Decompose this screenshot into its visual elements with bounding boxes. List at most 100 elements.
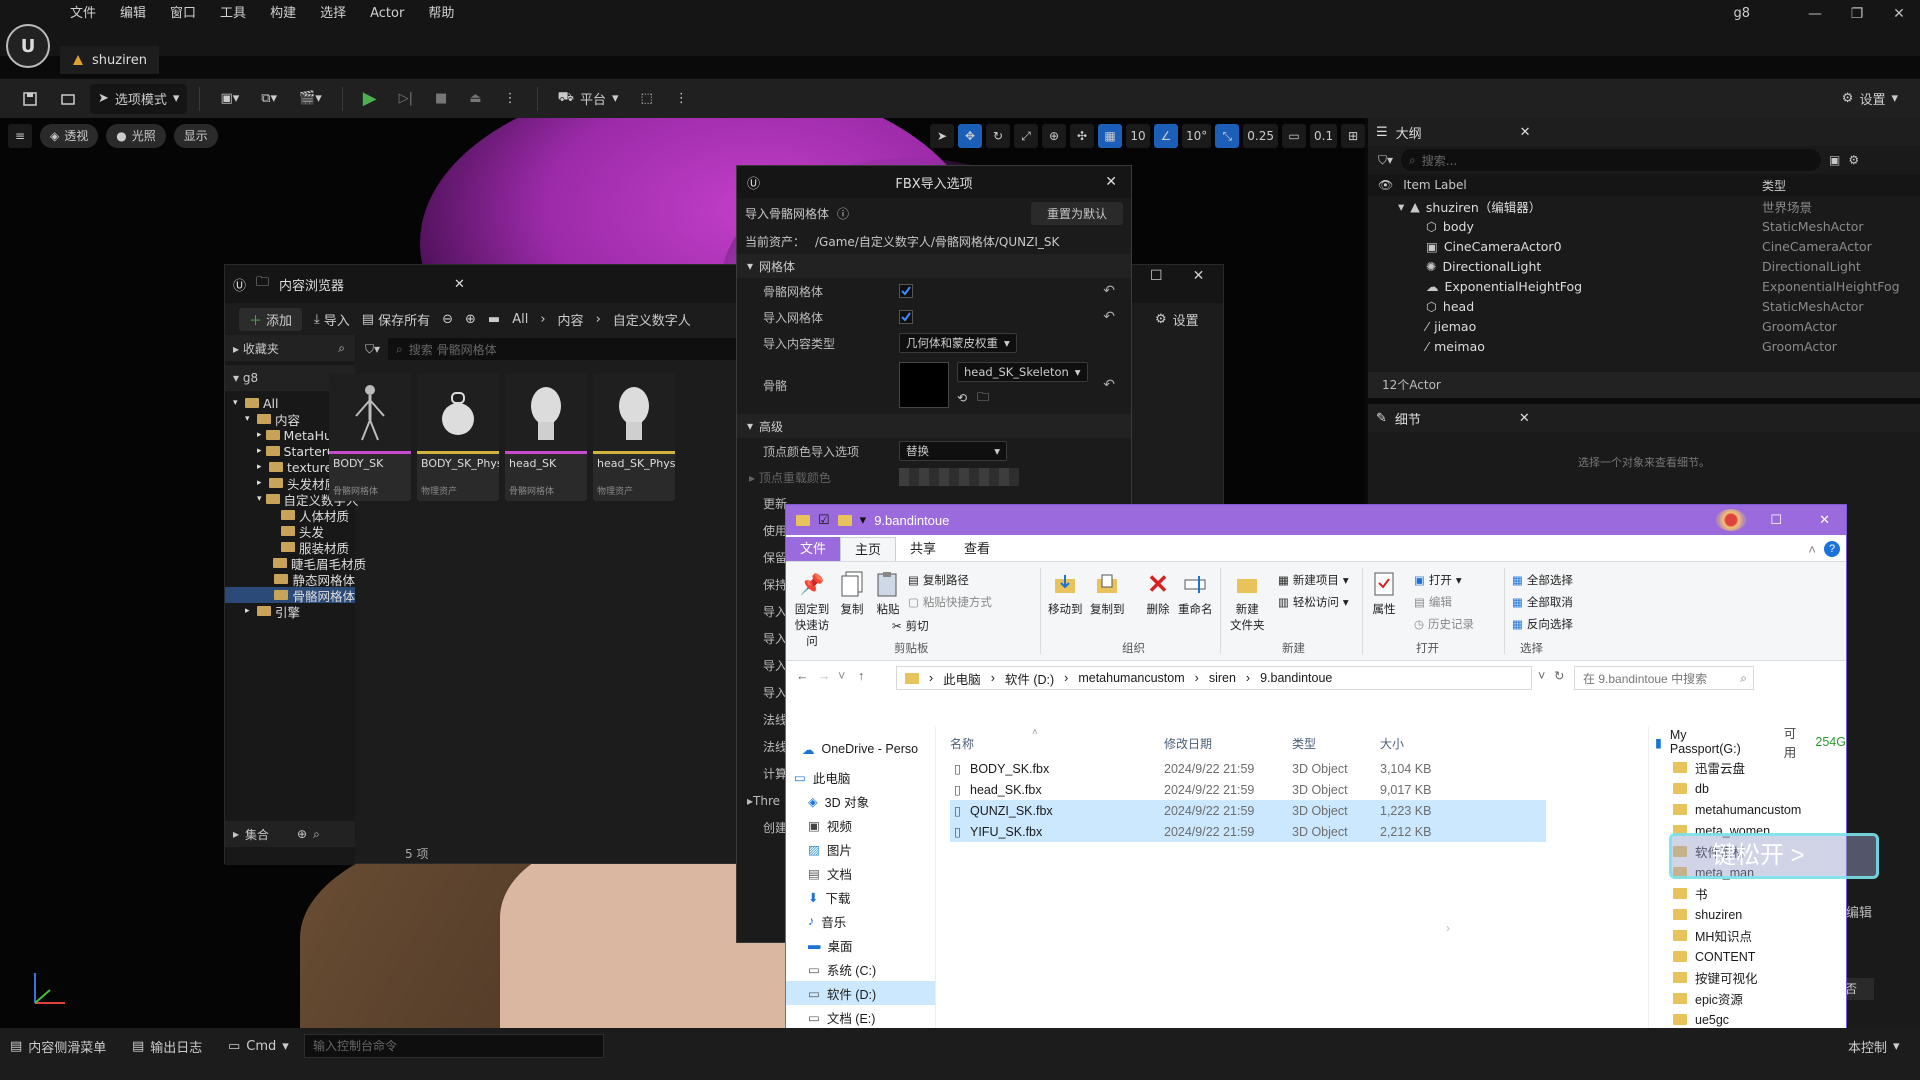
skeleton-thumbnail[interactable] <box>899 362 949 408</box>
outliner-search[interactable]: ⌕ 搜索... <box>1401 149 1822 171</box>
menu-tools[interactable]: 工具 <box>208 0 258 28</box>
history-button[interactable]: ◷ 历史记录 <box>1414 616 1474 632</box>
gear-icon[interactable]: ⚙ <box>1848 153 1859 167</box>
move-to-button[interactable]: 移动到 <box>1048 570 1083 617</box>
rotate-snap-value[interactable]: 10° <box>1182 124 1212 148</box>
nav-item[interactable]: ☁ OneDrive - Perso <box>786 737 935 761</box>
nav-item[interactable]: ♪ 音乐 <box>786 909 935 933</box>
up-icon[interactable]: ↑ <box>858 669 864 683</box>
menu-window[interactable]: 窗口 <box>158 0 208 28</box>
favorites-header[interactable]: ▸ 收藏夹 ⌕ <box>225 335 355 361</box>
minimize-button[interactable] <box>1716 509 1746 531</box>
minimize-button[interactable]: — <box>1794 0 1836 28</box>
select-all-button[interactable]: ▦ 全部选择 <box>1512 572 1573 588</box>
grid-snap-value[interactable]: 10 <box>1126 124 1150 148</box>
scale-snap-toggle[interactable]: ⤡ <box>1215 124 1240 148</box>
collections-header[interactable]: ▸ 集合 ⊕ ⌕ <box>225 821 355 847</box>
file-row[interactable]: ▯ BODY_SK.fbx 2024/9/22 21:59 3D Object 3,10… <box>950 758 1546 779</box>
expand-icon[interactable]: ▾ <box>233 398 241 408</box>
advanced-section[interactable]: ▾ 高级 <box>737 414 1131 438</box>
more-icon[interactable]: ⋮ <box>496 84 525 114</box>
expand-icon[interactable]: ▸ <box>257 478 265 488</box>
drive-folder[interactable]: 书 <box>1649 883 1846 904</box>
perspective-button[interactable]: ◈ 透视 <box>40 124 99 148</box>
grid-snap-toggle[interactable]: ▦ <box>1098 124 1122 148</box>
close-icon[interactable]: ✕ <box>1819 512 1830 528</box>
expand-icon[interactable]: ▸ <box>257 446 262 456</box>
nav-item[interactable]: ▨ 图片 <box>786 837 935 861</box>
reset-icon[interactable]: ↶ <box>1103 283 1115 299</box>
launch-icon[interactable]: ⬚ <box>633 84 661 114</box>
asset-tile[interactable]: BODY_SK 骨骼网格体 <box>329 373 411 501</box>
crumb[interactable]: 9.bandintoue <box>1260 671 1332 685</box>
lighting-button[interactable]: ● 光照 <box>106 124 166 148</box>
close-icon[interactable]: ✕ <box>454 277 465 292</box>
translate-icon[interactable]: ✥ <box>958 124 982 148</box>
back-icon[interactable]: ⊖ <box>442 312 453 327</box>
drive-folder[interactable]: 迅雷云盘 <box>1649 757 1846 778</box>
recent-dropdown-icon[interactable]: ˅ <box>838 669 845 683</box>
more-icon[interactable]: ⋮ <box>667 84 696 114</box>
select-icon[interactable]: ➤ <box>930 124 954 148</box>
pin-button[interactable]: 📌 固定到快速访问 <box>792 570 832 649</box>
expand-icon[interactable]: ▸ <box>257 430 262 440</box>
search-icon[interactable]: ⌕ <box>338 341 345 356</box>
unreal-logo-icon[interactable]: U <box>6 24 50 68</box>
outliner-row[interactable]: ⁄ meimao GroomActor <box>1368 336 1920 356</box>
collapse-ribbon-icon[interactable]: ˄ <box>1808 542 1816 557</box>
nav-item[interactable]: ▭ 软件 (D:) <box>786 981 935 1005</box>
filter-icon[interactable]: ⛉▾ <box>365 342 380 357</box>
invert-selection-button[interactable]: ▦ 反向选择 <box>1512 616 1573 632</box>
select-none-button[interactable]: ▦ 全部取消 <box>1512 594 1573 610</box>
refresh-icon[interactable]: ↻ <box>1554 668 1564 683</box>
browse-icon[interactable]: 🗀 <box>977 388 989 409</box>
outliner-row[interactable]: ⬡ body StaticMeshActor <box>1368 216 1920 236</box>
import-mesh-checkbox[interactable] <box>899 310 913 324</box>
mode-dropdown[interactable]: ➤ 选项模式 ▾ <box>90 83 188 114</box>
console-input[interactable]: 输入控制台命令 <box>304 1034 604 1058</box>
drive-folder[interactable]: metahumancustom <box>1649 799 1846 820</box>
use-selected-icon[interactable]: ⟲ <box>957 391 967 405</box>
col-item-label[interactable]: Item Label <box>1403 178 1467 192</box>
easy-access-button[interactable]: ▥ 轻松访问 ▾ <box>1278 594 1349 610</box>
filter-icon[interactable]: ⛉▾ <box>1378 153 1393 168</box>
source-control-button[interactable]: 本控制 ▾ <box>1848 1034 1900 1058</box>
properties-button[interactable]: 属性 <box>1370 570 1398 617</box>
file-row[interactable]: ▯ QUNZI_SK.fbx 2024/9/22 21:59 3D Object 1,2… <box>950 800 1546 821</box>
blueprint-icon[interactable]: ⧉▾ <box>253 84 285 114</box>
layout-icon[interactable]: ⊞ <box>1341 124 1366 148</box>
color-swatch[interactable] <box>899 468 1019 486</box>
forward-icon[interactable]: → <box>818 669 831 683</box>
details-tab[interactable]: ✎ 细节 ✕ <box>1368 404 1920 432</box>
search-icon[interactable]: ⌕ <box>313 827 320 842</box>
rotate-icon[interactable]: ↻ <box>986 124 1010 148</box>
outliner-tab[interactable]: ☰ 大纲 ✕ <box>1368 118 1920 146</box>
tab-share[interactable]: 共享 <box>896 537 950 561</box>
asset-tile[interactable]: head_SK_PhysicsAs 物理资产 <box>593 373 675 501</box>
asset-tile[interactable]: BODY_SK_PhysicsAsset 物理资产 <box>417 373 499 501</box>
crumb[interactable]: siren <box>1209 671 1236 685</box>
drive-folder[interactable]: 按键可视化 <box>1649 967 1846 988</box>
menu-select[interactable]: 选择 <box>308 0 358 28</box>
tab-file[interactable]: 文件 <box>786 537 841 561</box>
tab-view[interactable]: 查看 <box>950 537 1004 561</box>
new-folder-icon[interactable] <box>837 514 852 526</box>
paste-shortcut-button[interactable]: ▢ 粘贴快捷方式 <box>908 594 992 610</box>
back-icon[interactable]: ← <box>796 669 809 683</box>
output-log-button[interactable]: ▤ 输出日志 <box>132 1034 202 1058</box>
show-button[interactable]: 显示 <box>173 124 218 148</box>
camera-speed-value[interactable]: 0.1 <box>1310 124 1338 148</box>
cb-search[interactable]: ⌕ 搜索 骨骼网格体 <box>388 338 789 360</box>
camera-icon[interactable]: ▭ <box>1282 124 1306 148</box>
level-tab[interactable]: shuziren <box>60 46 159 74</box>
tab-home[interactable]: 主页 <box>840 537 897 561</box>
col-size[interactable]: 大小 <box>1380 735 1404 752</box>
chevron-right-icon[interactable]: › <box>1446 921 1450 935</box>
drive-folder[interactable]: CONTENT <box>1649 946 1846 967</box>
platform-dropdown[interactable]: ⛟ 平台 ▾ <box>550 84 627 114</box>
step-icon[interactable]: ▷| <box>391 84 421 114</box>
breadcrumb[interactable]: › 此电脑 › 软件 (D:) › metahumancustom › siren › … <box>896 666 1532 690</box>
outliner-row[interactable]: ⁄ jiemao GroomActor <box>1368 316 1920 336</box>
cinematics-icon[interactable]: 🎬▾ <box>291 84 330 114</box>
save-all-button[interactable]: ▤ 保存所有 <box>362 310 430 329</box>
